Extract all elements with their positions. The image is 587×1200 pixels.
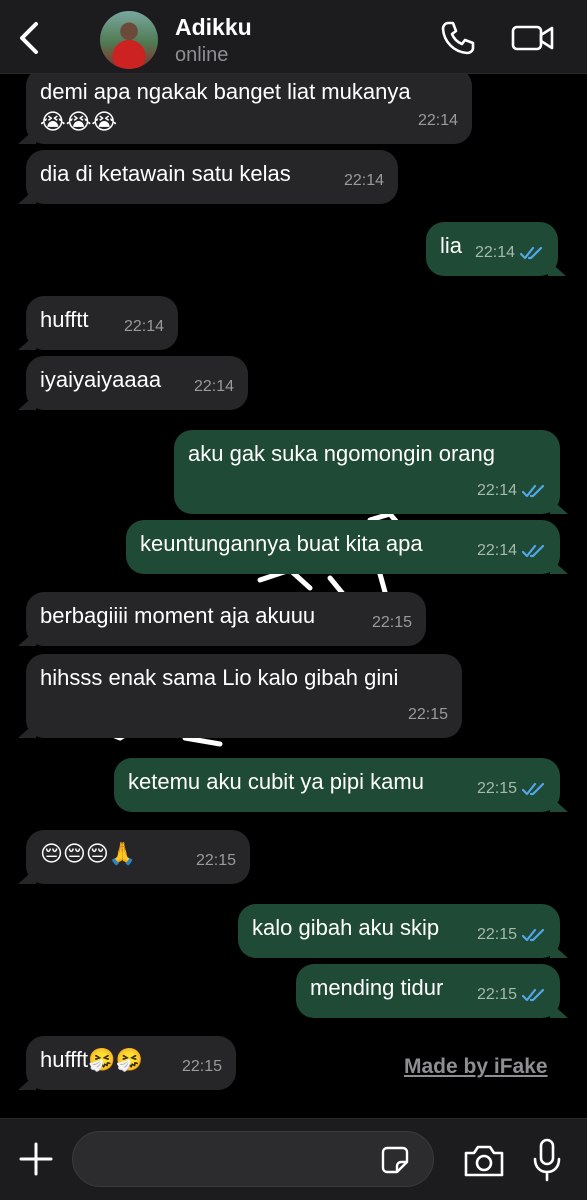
- message-bubble-outgoing[interactable]: kalo gibah aku skip 22:15: [238, 904, 560, 958]
- message-time: 22:14: [193, 378, 234, 395]
- contact-status: online: [175, 44, 229, 66]
- message-bubble-incoming[interactable]: iyaiyaiyaaaa 22:14: [26, 356, 248, 410]
- microphone-icon[interactable]: [532, 1137, 562, 1183]
- message-composer: [0, 1118, 587, 1200]
- message-time: 22:15: [371, 614, 412, 631]
- message-text: berbagiiii moment aja akuuu: [40, 603, 316, 628]
- message-bubble-outgoing[interactable]: lia 22:14: [426, 222, 558, 276]
- message-time: 22:14: [476, 482, 517, 499]
- message-text: hihsss enak sama Lio kalo gibah gini: [40, 665, 399, 690]
- message-time: 22:14: [476, 542, 517, 559]
- message-time: 22:14: [123, 318, 164, 335]
- chat-header: Adikku online: [0, 0, 587, 74]
- camera-icon[interactable]: [462, 1143, 506, 1179]
- message-text: aku gak suka ngomongin orang: [188, 441, 495, 466]
- message-time: 22:15: [476, 780, 517, 797]
- read-receipt-icon: [522, 484, 545, 498]
- message-time: 22:14: [474, 244, 515, 261]
- message-bubble-incoming[interactable]: demi apa ngakak banget liat mukanya 😭😭😭 …: [26, 68, 472, 144]
- message-bubble-incoming[interactable]: 😔😔😔🙏 22:15: [26, 830, 250, 884]
- message-bubble-outgoing[interactable]: mending tidur 22:15: [296, 964, 560, 1018]
- message-bubble-incoming[interactable]: huffft🤧🤧 22:15: [26, 1036, 236, 1090]
- sticker-icon[interactable]: [380, 1145, 410, 1175]
- back-chevron-icon[interactable]: [12, 18, 46, 58]
- message-time: 22:15: [476, 986, 517, 1003]
- message-bubble-incoming[interactable]: hufftt 22:14: [26, 296, 178, 350]
- read-receipt-icon: [522, 988, 545, 1002]
- plus-icon[interactable]: [16, 1139, 56, 1179]
- message-bubble-incoming[interactable]: berbagiiii moment aja akuuu 22:15: [26, 592, 426, 646]
- read-receipt-icon: [522, 928, 545, 942]
- message-bubble-incoming[interactable]: hihsss enak sama Lio kalo gibah gini 22:…: [26, 654, 462, 738]
- message-time: 22:14: [343, 172, 384, 189]
- message-time: 22:15: [407, 706, 448, 723]
- message-time: 22:15: [181, 1058, 222, 1075]
- contact-name[interactable]: Adikku: [175, 14, 252, 41]
- message-bubble-outgoing[interactable]: aku gak suka ngomongin orang 22:14: [174, 430, 560, 514]
- message-text: dia di ketawain satu kelas: [40, 161, 291, 186]
- message-text: demi apa ngakak banget liat mukanya: [40, 79, 411, 104]
- read-receipt-icon: [522, 782, 545, 796]
- video-call-icon[interactable]: [510, 22, 556, 54]
- read-receipt-icon: [522, 544, 545, 558]
- contact-avatar[interactable]: [100, 11, 158, 69]
- message-time: 22:14: [417, 112, 458, 129]
- message-time: 22:15: [476, 926, 517, 943]
- message-bubble-outgoing[interactable]: keuntungannya buat kita apa 22:14: [126, 520, 560, 574]
- message-bubble-outgoing[interactable]: ketemu aku cubit ya pipi kamu 22:15: [114, 758, 560, 812]
- message-emoji: 😭😭😭: [40, 109, 118, 134]
- read-receipt-icon: [520, 246, 543, 260]
- message-time: 22:15: [195, 852, 236, 869]
- message-bubble-incoming[interactable]: dia di ketawain satu kelas 22:14: [26, 150, 398, 204]
- watermark-label: Made by iFake: [404, 1055, 548, 1078]
- phone-call-icon[interactable]: [440, 20, 476, 56]
